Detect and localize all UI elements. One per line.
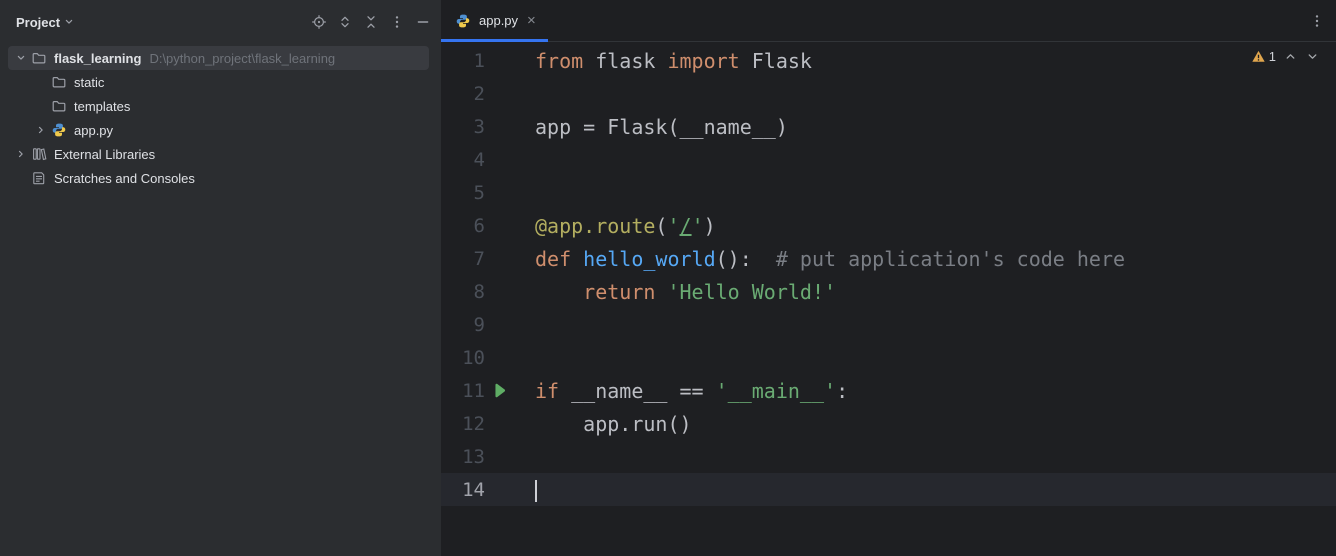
inspection-widget: 1 <box>1251 49 1320 64</box>
line-number[interactable]: 14 <box>441 479 485 501</box>
tree-item-label: flask_learning <box>54 50 142 66</box>
chevron-right-icon[interactable] <box>32 123 50 137</box>
warning-count: 1 <box>1268 49 1276 64</box>
line-number[interactable]: 3 <box>441 116 485 138</box>
code-lines: 1 from flask import Flask 2 3 app = Flask(__… <box>441 44 1336 506</box>
code-text: app = Flask(__name__) <box>535 114 788 139</box>
tree-item-external-libraries[interactable]: External Libraries <box>8 142 429 166</box>
tab-app-py[interactable]: app.py × <box>441 0 548 42</box>
code-line-5[interactable]: 5 <box>441 176 1336 209</box>
editor: app.py × 1 from flask import Flask 2 3 app =… <box>441 0 1336 556</box>
project-tree: flask_learning D:\python_project\flask_le… <box>0 44 441 190</box>
code-text <box>535 477 537 502</box>
tree-item-path: D:\python_project\flask_learning <box>149 50 336 66</box>
tree-item-static[interactable]: static <box>8 70 429 94</box>
ide-window: Project flask_learning D:\python_project… <box>0 0 1336 556</box>
select-opened-file-icon[interactable] <box>311 14 327 30</box>
code-line-12[interactable]: 12 app.run() <box>441 407 1336 440</box>
code-line-14[interactable]: 14 <box>441 473 1336 506</box>
code-line-10[interactable]: 10 <box>441 341 1336 374</box>
line-number[interactable]: 12 <box>441 413 485 435</box>
code-text: def hello_world(): # put application's c… <box>535 246 1126 271</box>
scratches-icon <box>30 170 48 186</box>
line-number[interactable]: 7 <box>441 248 485 270</box>
line-number[interactable]: 5 <box>441 182 485 204</box>
code-line-9[interactable]: 9 <box>441 308 1336 341</box>
line-number[interactable]: 4 <box>441 149 485 171</box>
libraries-icon <box>30 146 48 162</box>
tree-item-label: External Libraries <box>54 146 156 162</box>
close-icon[interactable]: × <box>527 13 536 28</box>
text-caret <box>535 479 537 502</box>
python-icon <box>455 13 471 29</box>
folder-icon <box>50 98 68 114</box>
chevron-down-icon[interactable] <box>1305 49 1320 64</box>
line-number[interactable]: 9 <box>441 314 485 336</box>
more-options-icon[interactable] <box>389 14 405 30</box>
code-line-1[interactable]: 1 from flask import Flask <box>441 44 1336 77</box>
project-panel-actions <box>311 14 431 30</box>
collapse-all-icon[interactable] <box>363 14 379 30</box>
run-gutter-icon[interactable] <box>485 382 513 399</box>
tree-item-label: Scratches and Consoles <box>54 170 195 186</box>
tree-item-label: app.py <box>74 122 114 138</box>
warning-icon[interactable] <box>1251 49 1266 64</box>
chevron-up-icon[interactable] <box>1283 49 1298 64</box>
line-number[interactable]: 2 <box>441 83 485 105</box>
chevron-right-icon[interactable] <box>12 147 30 161</box>
tree-item-scratches-and-consoles[interactable]: Scratches and Consoles <box>8 166 429 190</box>
line-number[interactable]: 13 <box>441 446 485 468</box>
line-number[interactable]: 8 <box>441 281 485 303</box>
tree-item-templates[interactable]: templates <box>8 94 429 118</box>
code-text: @app.route('/') <box>535 213 716 238</box>
project-panel-header: Project <box>0 0 441 44</box>
folder-icon <box>50 74 68 90</box>
more-options-icon[interactable] <box>1308 12 1326 30</box>
project-panel: Project flask_learning D:\python_project… <box>0 0 441 556</box>
code-text: from flask import Flask <box>535 48 812 73</box>
code-area[interactable]: 1 from flask import Flask 2 3 app = Flask(__… <box>441 42 1336 556</box>
line-number[interactable]: 11 <box>441 380 485 402</box>
code-line-8[interactable]: 8 return 'Hello World!' <box>441 275 1336 308</box>
line-number[interactable]: 1 <box>441 50 485 72</box>
folder-icon <box>30 50 48 66</box>
code-line-4[interactable]: 4 <box>441 143 1336 176</box>
code-line-2[interactable]: 2 <box>441 77 1336 110</box>
code-line-3[interactable]: 3 app = Flask(__name__) <box>441 110 1336 143</box>
line-number[interactable]: 10 <box>441 347 485 369</box>
tree-item-app-py[interactable]: app.py <box>8 118 429 142</box>
code-line-7[interactable]: 7 def hello_world(): # put application's … <box>441 242 1336 275</box>
tree-item-label: static <box>74 74 105 90</box>
tab-label: app.py <box>479 13 519 28</box>
code-line-11[interactable]: 11 if __name__ == '__main__': <box>441 374 1336 407</box>
project-panel-title[interactable]: Project <box>16 15 60 30</box>
code-text: app.run() <box>535 411 692 436</box>
tree-item-label: templates <box>74 98 131 114</box>
expand-selection-icon[interactable] <box>337 14 353 30</box>
hide-panel-icon[interactable] <box>415 14 431 30</box>
line-number[interactable]: 6 <box>441 215 485 237</box>
chevron-down-icon[interactable] <box>12 51 30 65</box>
code-line-6[interactable]: 6 @app.route('/') <box>441 209 1336 242</box>
python-icon <box>50 122 68 138</box>
tree-item-flask_learning[interactable]: flask_learning D:\python_project\flask_le… <box>8 46 429 70</box>
code-text: if __name__ == '__main__': <box>535 378 849 403</box>
code-text: return 'Hello World!' <box>583 279 837 304</box>
chevron-down-icon[interactable] <box>62 15 76 29</box>
editor-tab-bar: app.py × <box>441 0 1336 42</box>
code-line-13[interactable]: 13 <box>441 440 1336 473</box>
